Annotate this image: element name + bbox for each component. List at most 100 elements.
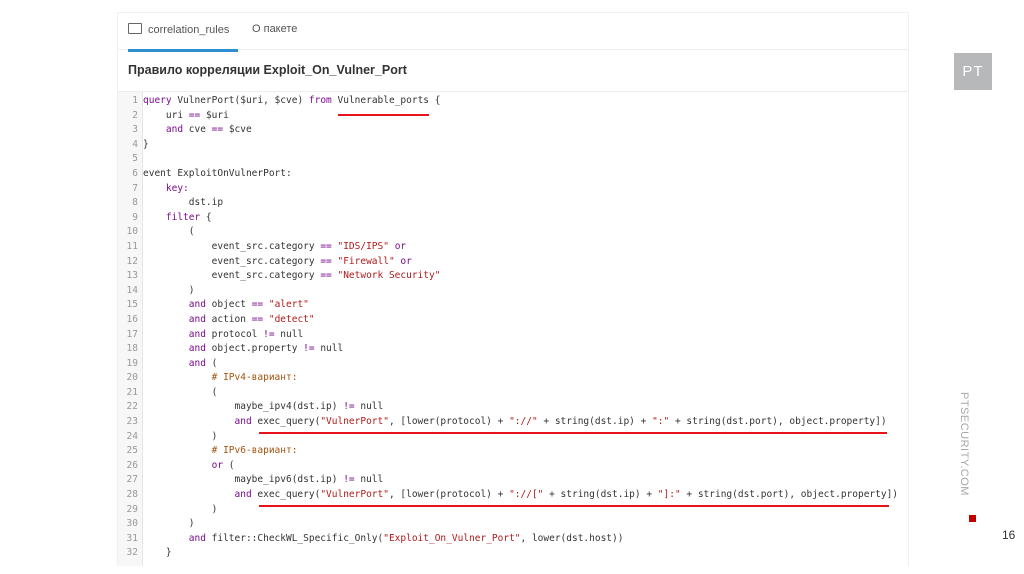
line-number: 10 [126, 226, 138, 238]
folder-icon [128, 23, 142, 34]
code-token: "VulnerPort" [320, 489, 389, 501]
code-editor[interactable]: 1 query VulnerPort($uri, $cve) from Vulne… [118, 91, 908, 566]
code-line: 13 event_src.category == "Network Securi… [118, 269, 898, 284]
line-number: 27 [126, 474, 138, 486]
code-token: filter [143, 211, 201, 223]
code-token: null [274, 328, 304, 340]
code-token: "detect" [263, 313, 315, 325]
code-token: ) [143, 503, 218, 515]
line-number: 15 [126, 299, 138, 311]
code-line: 30 ) [118, 517, 898, 532]
code-token: and [143, 532, 206, 544]
line-number: 19 [126, 357, 138, 369]
code-token: VulnerPort($uri, $cve) [171, 95, 309, 106]
line-number: 20 [126, 372, 138, 384]
page-title: Правило корреляции Exploit_On_Vulner_Por… [128, 63, 407, 77]
code-token: query [143, 95, 172, 106]
code-token: "alert" [263, 299, 309, 311]
code-line: 12 event_src.category == "Firewall" or [118, 255, 898, 270]
code-token: } [143, 138, 149, 150]
code-token: , [lower(protocol) + [388, 489, 510, 501]
code-token: ( [143, 386, 218, 398]
code-token: or [143, 459, 224, 471]
code-token: $cve [223, 124, 252, 136]
line-number: 23 [126, 416, 138, 428]
code-token: "Network Security" [331, 270, 441, 282]
code-token: "IDS/IPS" [331, 240, 389, 252]
highlight-underline [259, 505, 889, 507]
line-number: 11 [126, 240, 138, 252]
code-token: == [188, 109, 201, 121]
code-line: 22 maybe_ipv4(dst.ip) != null [118, 400, 898, 415]
code-line: 31 and filter::CheckWL_Specific_Only("Ex… [118, 532, 898, 547]
code-line: 6 event ExploitOnVulnerPort: [118, 167, 898, 182]
site-url: PTSECURITY.COM [958, 392, 970, 496]
code-token: ( [205, 357, 218, 369]
code-line: 23 and exec_query("VulnerPort", [lower(p… [118, 415, 898, 430]
line-number: 7 [132, 182, 138, 194]
code-token: key: [143, 182, 189, 194]
code-token: null [314, 343, 344, 355]
line-number: 22 [126, 401, 138, 413]
code-token: cve [183, 124, 212, 136]
code-token: $uri [200, 109, 229, 121]
code-token: + string(dst.ip) + [543, 489, 658, 501]
line-number: 9 [132, 211, 138, 223]
line-number: 14 [126, 284, 138, 296]
tab-about-package[interactable]: О пакете [252, 23, 297, 35]
brand-square [969, 515, 976, 522]
code-token: == [251, 313, 264, 325]
code-token: == [320, 270, 332, 282]
code-token: == [211, 124, 224, 136]
code-token: } [143, 547, 172, 559]
code-token: # IPv6-вариант: [143, 445, 298, 457]
code-line: 16 and action == "detect" [118, 313, 898, 328]
code-token: "://[" [509, 489, 544, 501]
code-token: maybe_ipv4(dst.ip) [143, 401, 344, 413]
code-token: "Exploit_On_Vulner_Port" [383, 532, 521, 544]
code-token: object.property [205, 343, 304, 355]
code-token: and [143, 343, 206, 355]
code-token: + string(dst.port), object.property]) [669, 416, 887, 428]
line-number: 31 [126, 532, 138, 544]
rule-panel: correlation_rules О пакете Правило корре… [117, 12, 909, 566]
code-token: # IPv4-вариант: [143, 372, 298, 384]
code-line: 10 ( [118, 225, 898, 240]
line-number: 21 [126, 386, 138, 398]
page-number: 16 [1002, 528, 1016, 542]
code-line: 17 and protocol != null [118, 328, 898, 343]
tab-bar: correlation_rules О пакете [118, 13, 908, 52]
code-token: "Firewall" [331, 255, 395, 267]
code-token: , lower(dst.host)) [520, 532, 624, 544]
code-token: ) [143, 284, 195, 296]
line-number: 32 [126, 547, 138, 559]
code-token: and [143, 328, 206, 340]
line-number: 26 [126, 459, 138, 471]
line-number: 16 [126, 313, 138, 325]
code-token: exec_query( [251, 489, 321, 501]
code-line: 27 maybe_ipv6(dst.ip) != null [118, 473, 898, 488]
tab-correlation-rules[interactable]: correlation_rules [128, 23, 238, 52]
line-number: 4 [132, 138, 138, 150]
code-token: or [388, 240, 407, 252]
line-number: 17 [126, 328, 138, 340]
code-token: and [143, 124, 184, 136]
code-line: 1 query VulnerPort($uri, $cve) from Vulne… [118, 94, 898, 109]
code-token: null [354, 401, 384, 413]
code-token: + string(dst.port), object.property]) [680, 489, 899, 501]
code-token: "VulnerPort" [320, 416, 389, 428]
code-line: 4} [118, 138, 898, 153]
code-line: 32 } [118, 546, 898, 561]
code-token: and [143, 313, 206, 325]
code-token: object [205, 299, 252, 311]
line-number: 18 [126, 343, 138, 355]
code-line: 9 filter { [118, 211, 898, 226]
pt-logo: PT [954, 53, 992, 90]
code-token: action [205, 313, 252, 325]
code-line: 7 key: [118, 182, 898, 197]
code-token: event_src.category [143, 240, 321, 252]
line-number: 25 [126, 445, 138, 457]
code-token: and [143, 357, 206, 369]
code-token: ) [143, 430, 218, 442]
code-token: != [343, 401, 355, 413]
